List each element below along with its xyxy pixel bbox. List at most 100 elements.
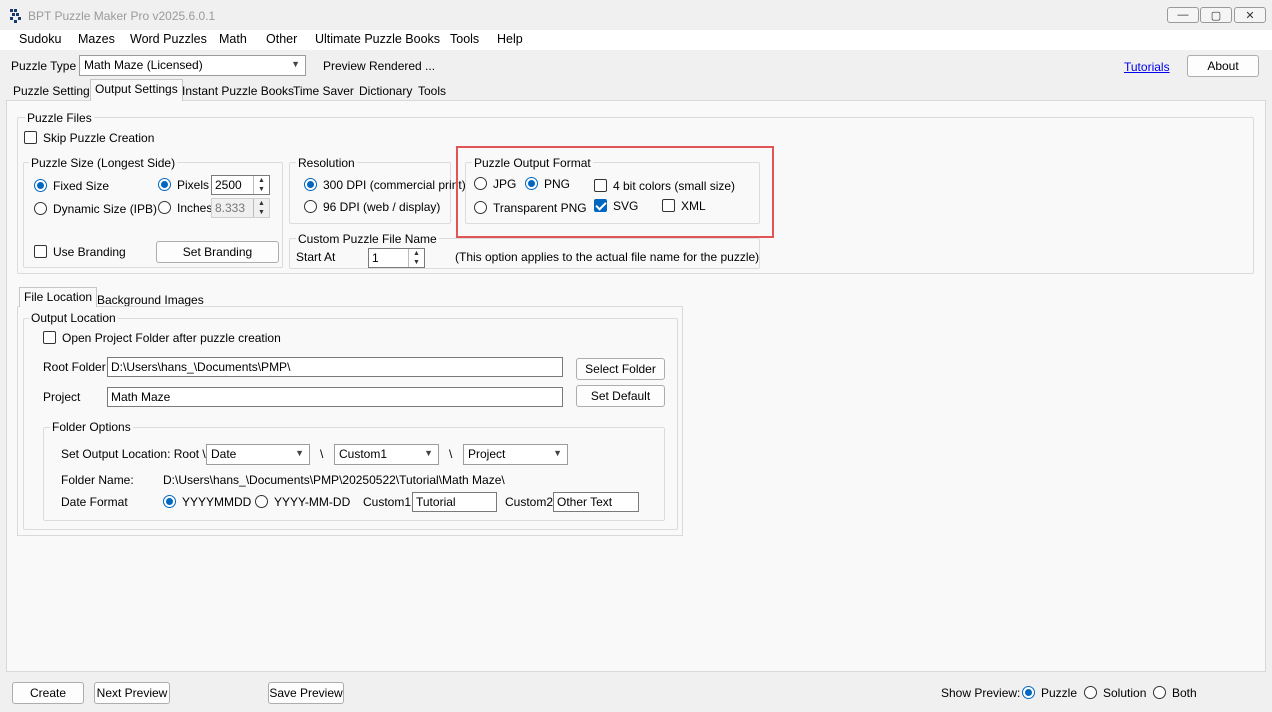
set-branding-button[interactable]: Set Branding	[156, 241, 279, 263]
close-button[interactable]: ✕	[1234, 7, 1266, 23]
dpi-300-label: 300 DPI (commercial print)	[323, 178, 466, 192]
tab-output-settings[interactable]: Output Settings	[90, 79, 183, 101]
menu-other[interactable]: Other	[266, 32, 297, 46]
select-folder-button[interactable]: Select Folder	[576, 358, 665, 380]
show-solution-radio[interactable]	[1084, 686, 1097, 699]
start-at-spin[interactable]: ▲ ▼	[408, 249, 424, 267]
output-combo-project-value: Project	[468, 447, 506, 461]
path-separator: \	[320, 447, 324, 461]
start-at-stepper[interactable]: 1 ▲ ▼	[368, 248, 425, 268]
close-icon: ✕	[1245, 9, 1255, 22]
inches-spin[interactable]: ▲ ▼	[253, 199, 269, 217]
minimize-icon: —	[1177, 9, 1189, 21]
project-input[interactable]: Math Maze	[107, 387, 563, 407]
spin-up-icon[interactable]: ▲	[409, 249, 424, 258]
date-format-dashed-radio[interactable]	[255, 495, 268, 508]
output-combo-custom1[interactable]: Custom1 ▼	[334, 444, 439, 465]
dynamic-size-label: Dynamic Size (IPB)	[53, 202, 158, 216]
show-puzzle-radio[interactable]	[1022, 686, 1035, 699]
folder-options-title: Folder Options	[50, 420, 133, 434]
custom2-input[interactable]: Other Text	[553, 492, 639, 512]
date-format-dashed-label: YYYY-MM-DD	[274, 495, 351, 509]
fixed-size-label: Fixed Size	[53, 179, 110, 193]
skip-puzzle-creation-checkbox[interactable]	[24, 131, 37, 144]
use-branding-label: Use Branding	[53, 245, 126, 259]
output-combo-date[interactable]: Date ▼	[206, 444, 310, 465]
tab-file-location[interactable]: File Location	[19, 287, 98, 307]
inches-value: 8.333	[215, 201, 246, 215]
menu-ultimate-puzzle-books[interactable]: Ultimate Puzzle Books	[315, 32, 440, 46]
chevron-down-icon: ▼	[553, 448, 562, 458]
folder-name-value: D:\Users\hans_\Documents\PMP\20250522\Tu…	[163, 473, 505, 487]
spin-up-icon[interactable]: ▲	[254, 176, 269, 185]
root-folder-label: Root Folder	[43, 360, 106, 374]
minimize-button[interactable]: —	[1167, 7, 1199, 23]
tab-time-saver[interactable]: Time Saver	[288, 81, 359, 100]
show-both-label: Both	[1172, 686, 1197, 700]
set-output-location-label: Set Output Location: Root \	[61, 447, 206, 461]
menu-sudoku[interactable]: Sudoku	[19, 32, 61, 46]
pixels-spin[interactable]: ▲ ▼	[253, 176, 269, 194]
date-format-yyyymmdd-radio[interactable]	[163, 495, 176, 508]
window-title: BPT Puzzle Maker Pro v2025.6.0.1	[28, 9, 216, 23]
maximize-icon: ▢	[1210, 9, 1222, 22]
root-folder-input[interactable]: D:\Users\hans_\Documents\PMP\	[107, 357, 563, 377]
spin-up-icon[interactable]: ▲	[254, 199, 269, 208]
chevron-down-icon: ▼	[291, 59, 300, 69]
inches-stepper[interactable]: 8.333 ▲ ▼	[211, 198, 270, 218]
next-preview-button[interactable]: Next Preview	[94, 682, 170, 704]
resolution-group	[289, 162, 451, 224]
show-both-radio[interactable]	[1153, 686, 1166, 699]
set-default-button[interactable]: Set Default	[576, 385, 665, 407]
highlight-box	[456, 146, 774, 238]
pixels-value: 2500	[215, 178, 242, 192]
spin-down-icon[interactable]: ▼	[254, 208, 269, 217]
pixels-radio[interactable]	[158, 178, 171, 191]
tab-dictionary[interactable]: Dictionary	[354, 81, 417, 100]
custom1-input[interactable]: Tutorial	[412, 492, 497, 512]
puzzle-files-title: Puzzle Files	[25, 111, 94, 125]
inches-radio[interactable]	[158, 201, 171, 214]
menu-tools[interactable]: Tools	[450, 32, 479, 46]
menu-math[interactable]: Math	[219, 32, 247, 46]
folder-name-label: Folder Name:	[61, 473, 134, 487]
maximize-button[interactable]: ▢	[1200, 7, 1232, 23]
puzzle-size-title: Puzzle Size (Longest Side)	[29, 156, 178, 170]
spin-down-icon[interactable]: ▼	[254, 185, 269, 194]
save-preview-button[interactable]: Save Preview	[268, 682, 344, 704]
pixels-stepper[interactable]: 2500 ▲ ▼	[211, 175, 270, 195]
spin-down-icon[interactable]: ▼	[409, 258, 424, 267]
custom-name-note: (This option applies to the actual file …	[455, 250, 760, 264]
menu-mazes[interactable]: Mazes	[78, 32, 115, 46]
tab-puzzle-settings[interactable]: Puzzle Settings	[8, 81, 101, 100]
dpi-96-label: 96 DPI (web / display)	[323, 200, 441, 214]
chevron-down-icon: ▼	[295, 448, 304, 458]
open-folder-checkbox[interactable]	[43, 331, 56, 344]
dpi-96-radio[interactable]	[304, 200, 317, 213]
open-folder-label: Open Project Folder after puzzle creatio…	[62, 331, 281, 345]
start-at-label: Start At	[296, 250, 336, 264]
menu-help[interactable]: Help	[497, 32, 523, 46]
resolution-title: Resolution	[296, 156, 357, 170]
custom2-label: Custom2:	[505, 495, 557, 509]
chevron-down-icon: ▼	[424, 448, 433, 458]
output-location-title: Output Location	[29, 311, 118, 325]
about-button[interactable]: About	[1187, 55, 1259, 77]
start-at-value: 1	[372, 251, 379, 265]
puzzle-type-select[interactable]: Math Maze (Licensed) ▼	[79, 55, 306, 76]
dynamic-size-radio[interactable]	[34, 202, 47, 215]
fixed-size-radio[interactable]	[34, 179, 47, 192]
tutorials-link[interactable]: Tutorials	[1124, 60, 1170, 74]
tab-tools[interactable]: Tools	[413, 81, 451, 100]
custom1-label: Custom1:	[363, 495, 415, 509]
tab-instant-puzzle-books[interactable]: Instant Puzzle Books	[177, 81, 299, 100]
project-label: Project	[43, 390, 81, 404]
date-format-label: Date Format	[61, 495, 128, 509]
skip-puzzle-creation-label: Skip Puzzle Creation	[43, 131, 155, 145]
menu-word-puzzles[interactable]: Word Puzzles	[130, 32, 207, 46]
use-branding-checkbox[interactable]	[34, 245, 47, 258]
output-combo-project[interactable]: Project ▼	[463, 444, 568, 465]
path-separator: \	[449, 447, 453, 461]
create-button[interactable]: Create	[12, 682, 84, 704]
dpi-300-radio[interactable]	[304, 178, 317, 191]
